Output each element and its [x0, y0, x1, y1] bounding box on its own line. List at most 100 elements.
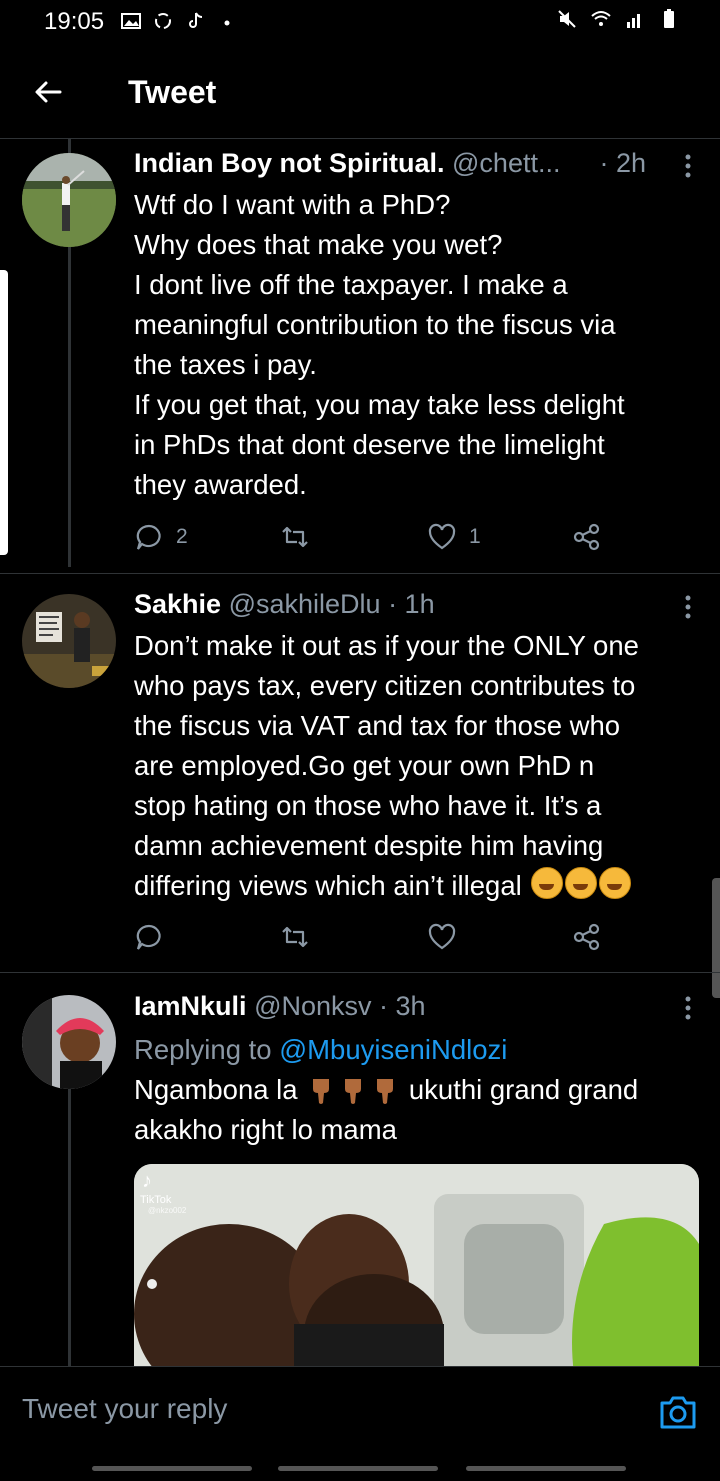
share-icon	[573, 523, 600, 551]
retweet-icon	[282, 926, 308, 948]
share-button[interactable]	[572, 522, 602, 552]
tweet-line: Ngambona la ukuthi grand grand	[134, 1070, 704, 1110]
share-button[interactable]	[572, 922, 602, 952]
tweet-line: differing views which ain’t illegal	[134, 866, 704, 906]
page-title: Tweet	[128, 74, 217, 110]
tweet-line: Why does that make you wet?	[134, 229, 503, 260]
replying-to-link[interactable]: @MbuyiseniNdlozi	[279, 1034, 507, 1065]
tweet-line-text: ukuthi grand grand	[408, 1074, 639, 1105]
camera-icon[interactable]	[658, 1393, 698, 1431]
tweet-line: stop hating on those who have it. It’s a	[134, 790, 602, 821]
rofl-emoji	[599, 867, 632, 899]
tiktok-icon	[189, 12, 203, 28]
tweet-line: the fiscus via VAT and tax for those who	[134, 710, 621, 741]
tweet-text: Don’t make it out as if your the ONLY on…	[134, 626, 704, 906]
recycle-icon	[155, 13, 171, 29]
author-name[interactable]: IamNkuli	[134, 991, 247, 1021]
tweet-line: who pays tax, every citizen contributes …	[134, 670, 636, 701]
tweet-line: they awarded.	[134, 469, 307, 500]
reply-input[interactable]: Tweet your reply	[22, 1393, 227, 1425]
tweet-actions: 2 1	[134, 522, 614, 556]
dot-icon	[224, 20, 230, 26]
battery-icon	[664, 9, 674, 28]
scroll-indicator	[0, 270, 8, 555]
reply-count: 2	[176, 525, 188, 548]
signal-icon	[627, 14, 640, 28]
more-icon[interactable]	[684, 594, 692, 622]
reply-icon	[136, 524, 161, 550]
author-name[interactable]: Indian Boy not Spiritual.	[134, 148, 445, 178]
tweet-line: are employed.Go get your own PhD n	[134, 750, 595, 781]
tweet-line: meaningful contribution to the fiscus vi…	[134, 309, 616, 340]
avatar[interactable]	[22, 594, 116, 688]
reply-icon	[136, 924, 161, 950]
tweet-line: I dont live off the taxpayer. I make a	[134, 269, 568, 300]
tweet-header: Indian Boy not Spiritual. @chett... · 2h	[134, 148, 690, 179]
like-button[interactable]: 1	[427, 522, 481, 552]
reply-button[interactable]	[134, 922, 176, 952]
nav-recents-pill[interactable]	[466, 1466, 626, 1471]
header: Tweet	[0, 52, 720, 139]
pointing-down-emoji	[345, 1079, 362, 1104]
tweet-line-text: Ngambona la	[134, 1074, 298, 1105]
nav-home-pill[interactable]	[278, 1466, 438, 1471]
pointing-down-emoji	[377, 1079, 394, 1104]
like-button[interactable]	[427, 922, 469, 952]
author-handle[interactable]: @chett...	[452, 148, 560, 178]
back-arrow-icon[interactable]	[30, 74, 66, 110]
rofl-emoji	[531, 867, 564, 899]
tweet-header: IamNkuli @Nonksv · 3h	[134, 991, 690, 1022]
like-count: 1	[469, 525, 481, 548]
retweet-icon	[282, 526, 308, 548]
tweet-actions	[134, 922, 614, 956]
thread-line	[68, 1062, 71, 1366]
rofl-emoji	[565, 867, 598, 899]
divider	[0, 573, 720, 574]
thread-line	[68, 247, 71, 567]
tweet-line: akakho right lo mama	[134, 1114, 397, 1145]
tweet-line-text: differing views which ain’t illegal	[134, 870, 522, 901]
share-icon	[573, 923, 600, 951]
like-icon	[428, 923, 456, 950]
tweet-line: damn achievement despite him having	[134, 830, 604, 861]
reply-button[interactable]: 2	[134, 522, 188, 552]
status-bar: 19:05	[0, 0, 720, 44]
tweet-text: Replying to @MbuyiseniNdlozi Ngambona la…	[134, 1030, 704, 1150]
tweet-time: · 3h	[379, 991, 426, 1021]
tweet-time: · 2h	[599, 148, 646, 178]
more-icon[interactable]	[684, 995, 692, 1023]
wifi-icon	[591, 11, 611, 26]
status-time: 19:05	[44, 8, 105, 35]
tweet-line: If you get that, you may take less delig…	[134, 389, 625, 420]
tweet-media-video[interactable]: ♪ TikTok @nkzo002	[134, 1164, 699, 1374]
replying-to: Replying to @MbuyiseniNdlozi	[134, 1030, 704, 1070]
tweet-text: Wtf do I want with a PhD? Why does that …	[134, 185, 704, 505]
author-handle[interactable]: @Nonksv	[254, 991, 371, 1021]
author-name[interactable]: Sakhie	[134, 589, 221, 619]
retweet-button[interactable]	[280, 522, 322, 552]
nav-back-pill[interactable]	[92, 1466, 252, 1471]
avatar[interactable]	[22, 995, 116, 1089]
mute-icon	[558, 10, 576, 28]
tiktok-icon: ♪	[142, 1170, 152, 1192]
author-handle[interactable]: @sakhileDlu	[229, 589, 381, 619]
thread-line	[68, 139, 71, 153]
replying-prefix: Replying to	[134, 1034, 272, 1065]
pointing-down-emoji	[313, 1079, 330, 1104]
tiktok-watermark: TikTok	[140, 1194, 172, 1206]
like-icon	[428, 523, 456, 550]
tweet-header: Sakhie @sakhileDlu · 1h	[134, 589, 690, 620]
retweet-button[interactable]	[280, 922, 322, 952]
more-icon[interactable]	[684, 153, 692, 181]
scrollbar[interactable]	[712, 878, 720, 998]
tweet-line: Wtf do I want with a PhD?	[134, 189, 451, 220]
tweet-line: Don’t make it out as if your the ONLY on…	[134, 630, 639, 661]
tweet-time: · 1h	[388, 589, 435, 619]
tweet-line: the taxes i pay.	[134, 349, 317, 380]
gallery-icon	[121, 13, 141, 29]
divider	[0, 972, 720, 973]
system-nav-bar	[0, 1462, 720, 1480]
avatar[interactable]	[22, 153, 116, 247]
tweet-line: in PhDs that dont deserve the limelight	[134, 429, 605, 460]
tiktok-watermark-user: @nkzo002	[148, 1206, 187, 1215]
